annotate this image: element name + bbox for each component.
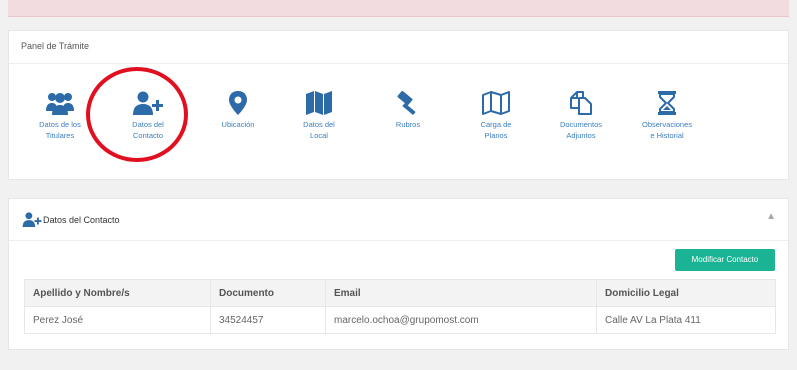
nav-label-documentos: Documentos Adjuntos <box>559 120 603 140</box>
contact-table: Apellido y Nombre/s Documento Email Domi… <box>24 279 776 334</box>
column-header-documento: Documento <box>210 279 326 307</box>
table-row: Perez José 34524457 marcelo.ochoa@grupom… <box>24 306 776 334</box>
cell-documento: 34524457 <box>210 306 326 334</box>
panel-datos-contacto: Datos del Contacto ▲ Modificar Contacto … <box>8 198 789 350</box>
panel-tramite-title: Panel de Trámite <box>21 41 90 51</box>
nav-item-titulares[interactable]: Datos de los Titulares <box>28 91 92 141</box>
hourglass-icon <box>658 91 676 115</box>
map-icon <box>306 91 332 115</box>
nav-label-rubros: Rubros <box>395 120 421 129</box>
chevron-up-icon[interactable]: ▲ <box>766 211 776 222</box>
map-marker-icon <box>229 91 247 115</box>
user-plus-icon <box>22 212 42 227</box>
gavel-icon <box>397 91 416 115</box>
nav-item-rubros[interactable]: Rubros <box>376 91 440 130</box>
column-header-email: Email <box>325 279 597 307</box>
nav-item-ubicacion[interactable]: Ubicación <box>206 91 270 130</box>
users-icon <box>46 93 74 115</box>
column-header-domicilio: Domicilio Legal <box>596 279 776 307</box>
panel-contacto-title: Datos del Contacto <box>43 215 120 225</box>
nav-item-observaciones[interactable]: Observaciones e Historial <box>635 91 699 141</box>
copy-documents-icon <box>570 91 592 115</box>
cell-domicilio: Calle AV La Plata 411 <box>596 306 776 334</box>
panel-contacto-header: Datos del Contacto ▲ <box>9 199 788 241</box>
nav-item-documentos[interactable]: Documentos Adjuntos <box>549 91 613 141</box>
nav-label-observaciones: Observaciones e Historial <box>641 120 693 140</box>
nav-label-ubicacion: Ubicación <box>221 120 255 129</box>
panel-divider <box>9 63 788 64</box>
nav-label-titulares: Datos de los Titulares <box>39 120 81 140</box>
cell-email: marcelo.ochoa@grupomost.com <box>325 306 597 334</box>
nav-label-planos: Carga de Planos <box>480 120 512 140</box>
nav-item-planos[interactable]: Carga de Planos <box>464 91 528 141</box>
nav-item-local[interactable]: Datos del Local <box>287 91 351 141</box>
highlight-circle-annotation <box>86 67 188 162</box>
top-alert-bar <box>8 0 789 17</box>
table-header-row: Apellido y Nombre/s Documento Email Domi… <box>24 279 776 307</box>
cell-nombre: Perez José <box>24 306 211 334</box>
nav-label-local: Datos del Local <box>303 120 335 140</box>
modificar-contacto-button[interactable]: Modificar Contacto <box>675 249 775 271</box>
map-outline-icon <box>482 91 510 115</box>
column-header-nombre: Apellido y Nombre/s <box>24 279 211 307</box>
